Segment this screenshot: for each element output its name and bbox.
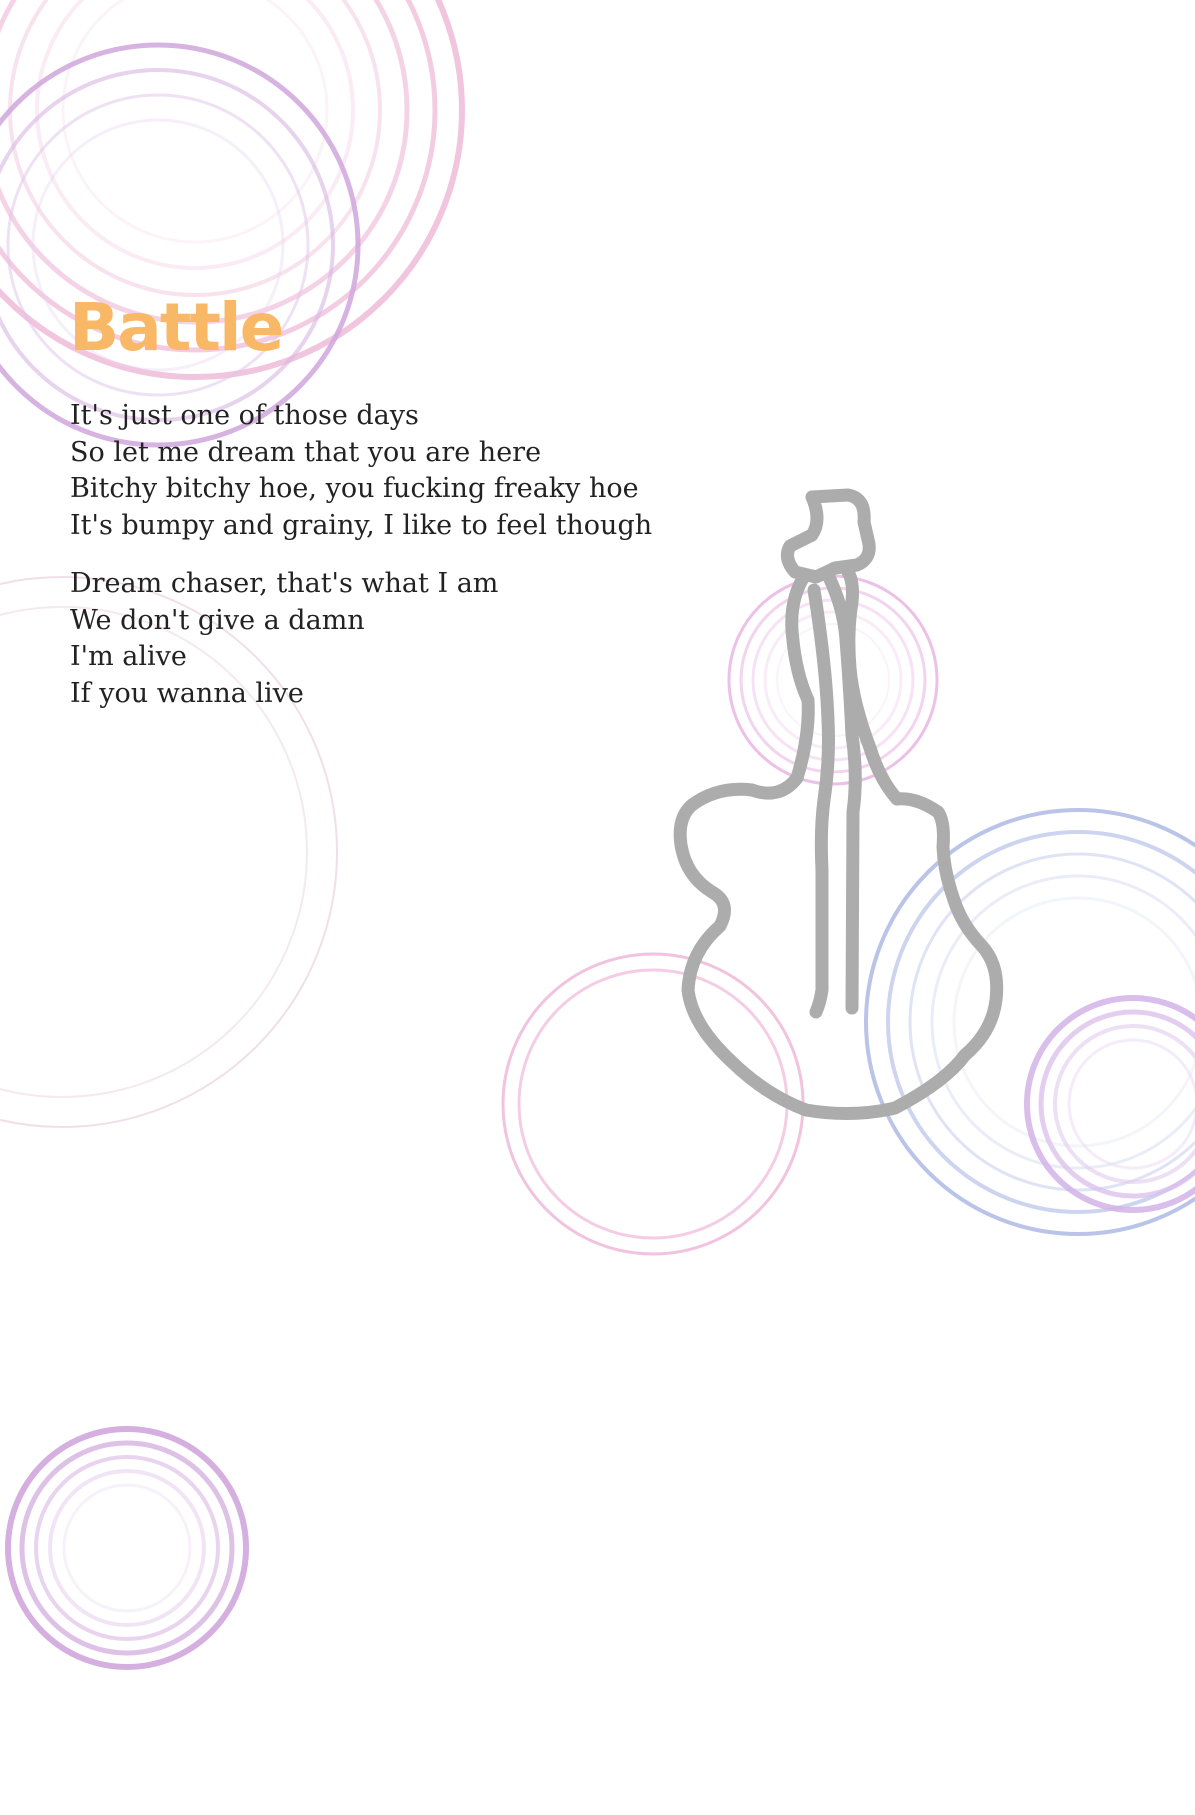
lyric-line: We don't give a damn — [70, 604, 365, 636]
lyric-line: If you wanna live — [70, 677, 304, 709]
background-decoration — [0, 0, 1195, 1670]
song-title: Battle — [69, 289, 284, 366]
stanza-1: It's just one of those days So let me dr… — [70, 398, 652, 544]
rings-bottom-left-purple — [5, 1426, 249, 1670]
lyric-line: Bitchy bitchy hoe, you fucking freaky ho… — [70, 473, 639, 504]
guitar-icon — [673, 488, 1004, 1121]
rings-top-left-purple — [0, 42, 361, 448]
rings-right-blue — [864, 808, 1195, 1236]
rings-middle-pink — [501, 952, 805, 1256]
lyrics: It's just one of those days So let me dr… — [70, 398, 652, 734]
lyric-line: It's bumpy and grainy, I like to feel th… — [70, 509, 653, 541]
lyric-line: Dream chaser, that's what I am — [70, 568, 499, 599]
stanza-2: Dream chaser, that's what I am We don't … — [70, 566, 652, 712]
lyric-line: So let me dream that you are here — [70, 436, 542, 468]
lyric-line: It's just one of those days — [70, 400, 419, 431]
lyric-line: I'm alive — [70, 641, 187, 672]
